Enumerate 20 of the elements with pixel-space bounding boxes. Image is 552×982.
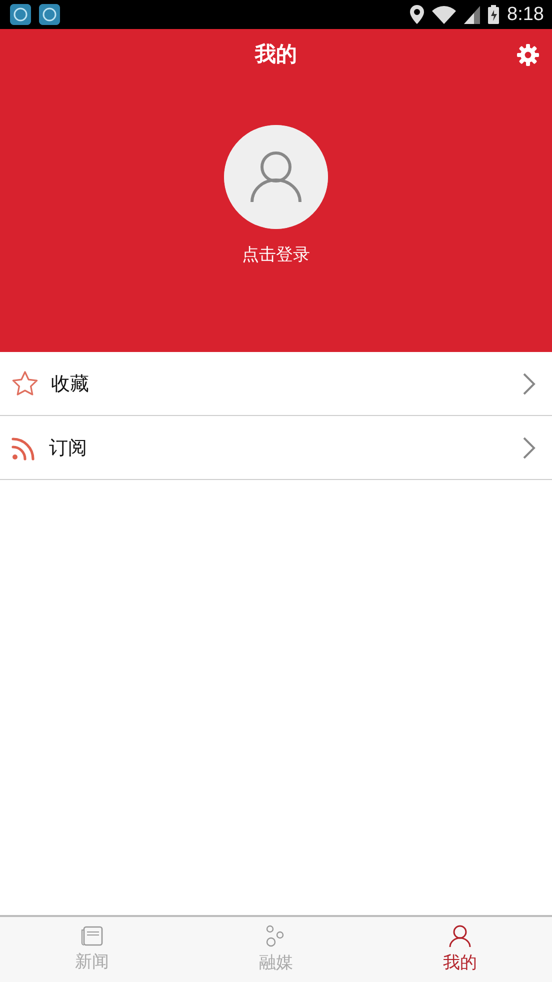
star-icon xyxy=(11,370,39,398)
signal-icon xyxy=(464,6,480,24)
rss-icon xyxy=(11,434,37,460)
login-link[interactable]: 点击登录 xyxy=(242,243,310,266)
battery-icon xyxy=(488,5,500,24)
app-notification-icon xyxy=(39,4,60,25)
person-icon xyxy=(449,925,471,947)
status-time: 8:18 xyxy=(507,4,544,26)
menu-item[interactable]: 收藏 xyxy=(0,352,552,416)
chevron-right-icon xyxy=(522,436,536,460)
chevron-right-icon xyxy=(522,372,536,396)
location-icon xyxy=(410,5,424,24)
app-notification-icon xyxy=(10,4,31,25)
menu-item[interactable]: 订阅 xyxy=(0,416,552,480)
wifi-icon xyxy=(432,6,456,24)
avatar-icon[interactable] xyxy=(224,125,328,229)
settings-icon[interactable] xyxy=(517,44,539,66)
tab[interactable]: 我的 xyxy=(368,917,552,982)
newspaper-icon xyxy=(81,926,103,946)
page-title: 我的 xyxy=(255,41,297,68)
